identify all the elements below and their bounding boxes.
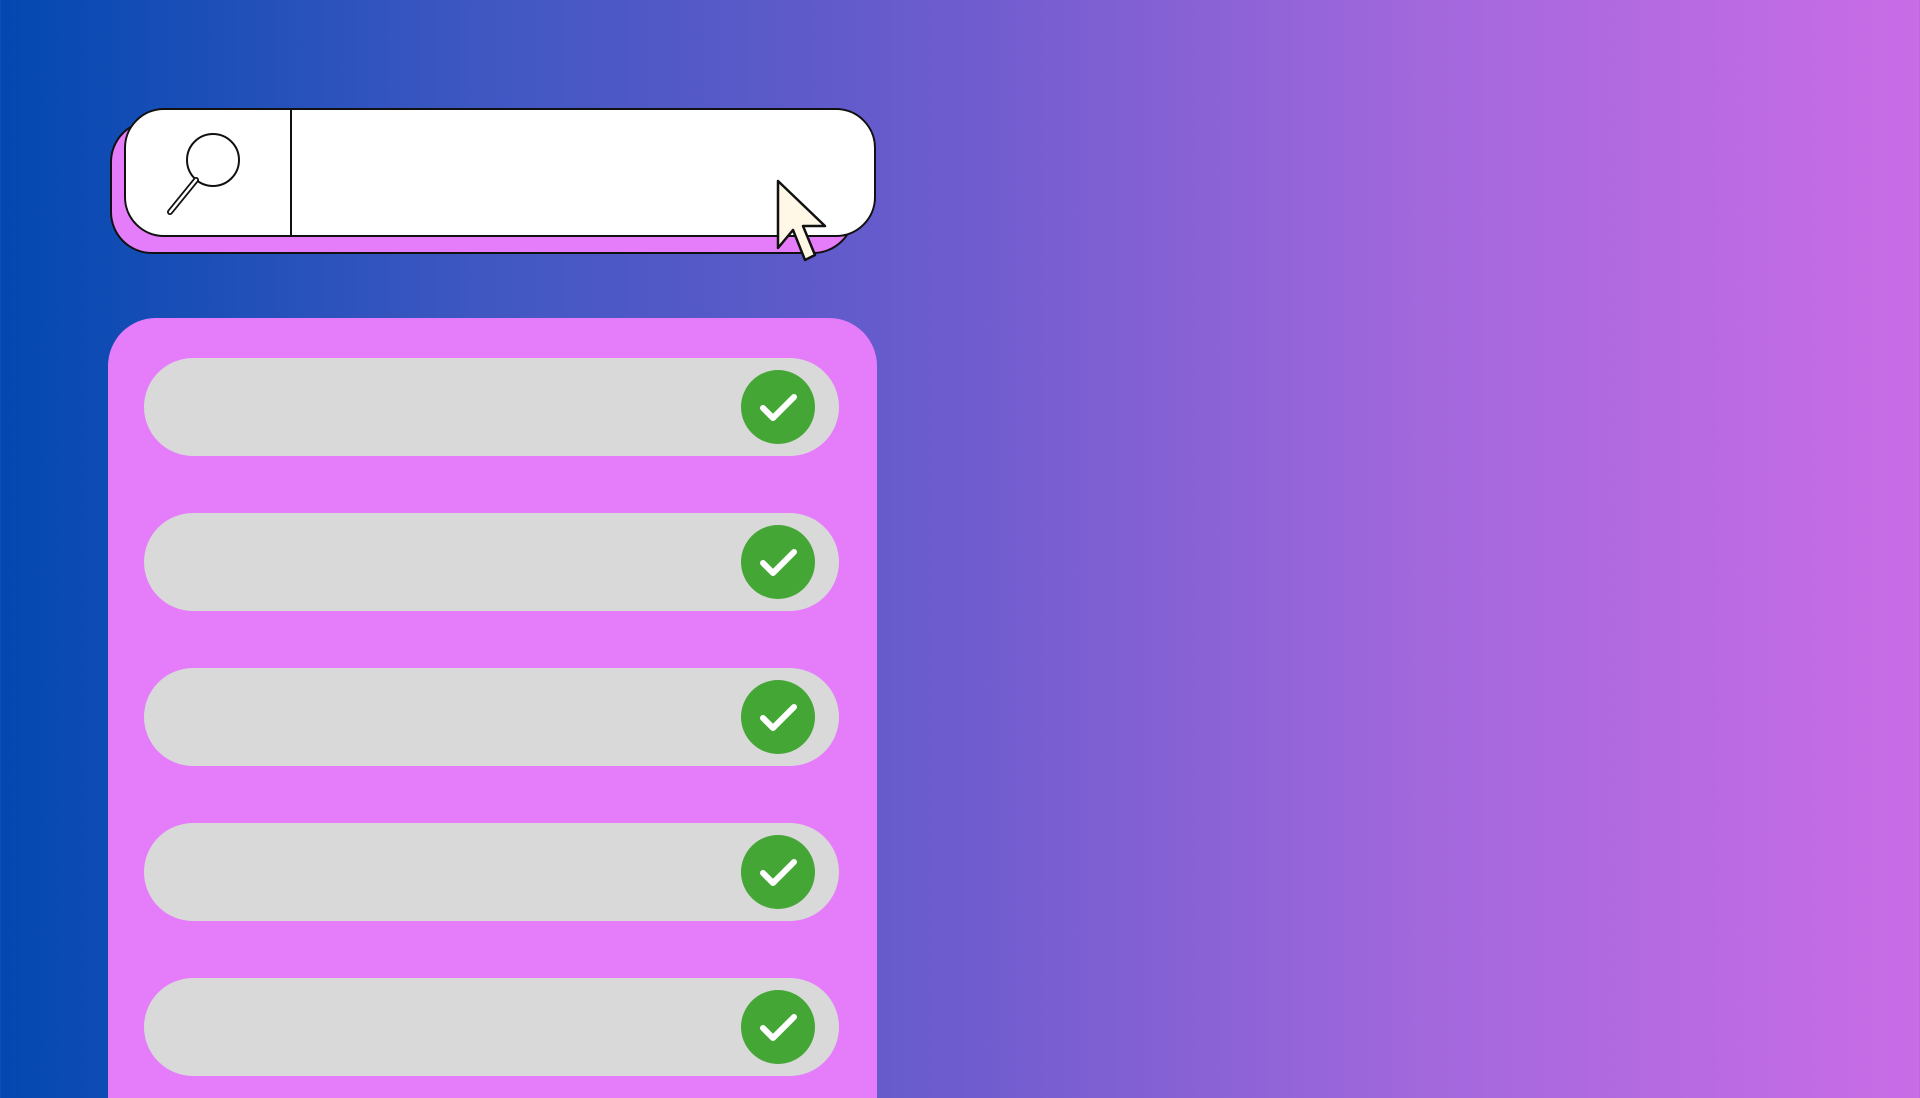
list-item[interactable] <box>144 823 839 921</box>
check-circle-icon <box>741 370 815 444</box>
mouse-pointer-icon <box>776 179 827 262</box>
check-circle-icon <box>741 680 815 754</box>
check-circle-icon <box>741 990 815 1064</box>
check-circle-icon <box>741 525 815 599</box>
check-circle-icon <box>741 835 815 909</box>
checklist-panel <box>108 318 877 1098</box>
search-bar[interactable] <box>124 108 876 237</box>
list-item[interactable] <box>144 513 839 611</box>
list-item[interactable] <box>144 358 839 456</box>
search-icon <box>167 133 240 215</box>
search-bar-container <box>110 108 876 255</box>
list-item[interactable] <box>144 668 839 766</box>
list-item[interactable] <box>144 978 839 1076</box>
search-icon-cell[interactable] <box>126 110 292 235</box>
